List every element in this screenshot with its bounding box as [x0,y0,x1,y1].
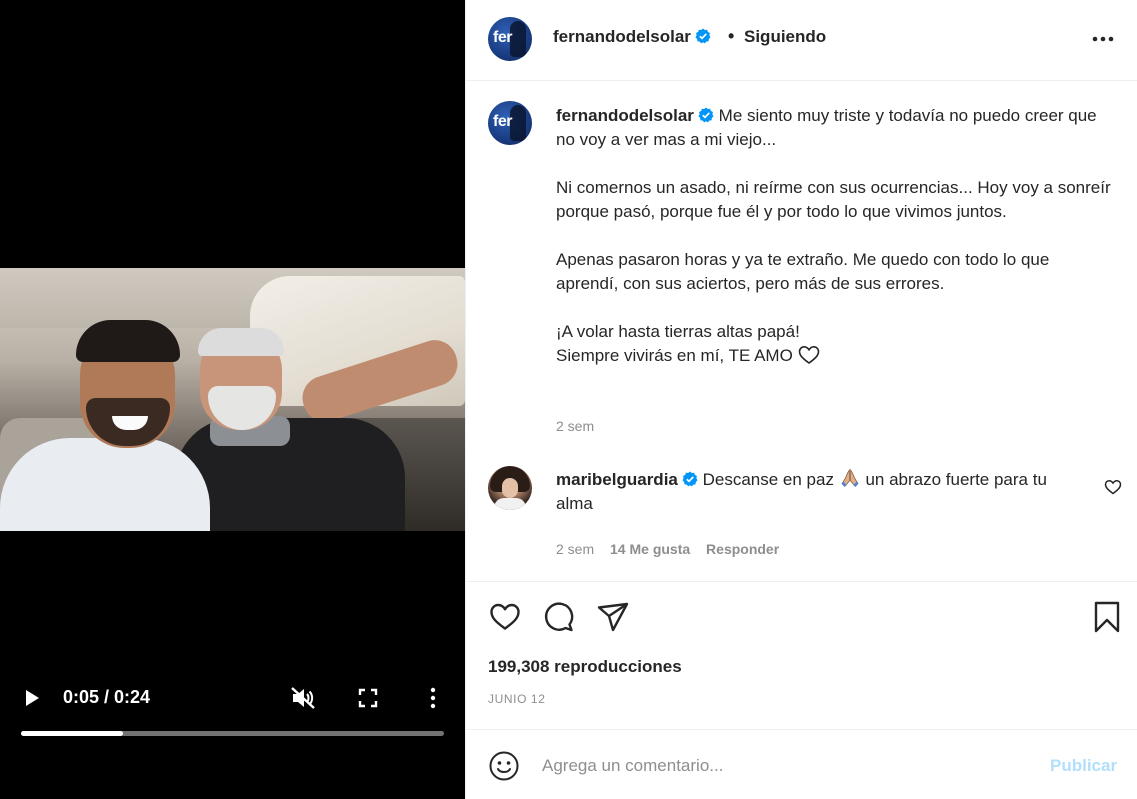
speech-bubble-icon[interactable] [542,600,576,634]
comment-input[interactable] [542,748,1022,784]
publish-button[interactable]: Publicar [1050,756,1117,776]
commenter-username[interactable]: maribelguardia [556,470,678,489]
verified-badge-icon [682,471,698,487]
comment-like-heart-icon[interactable] [1104,479,1122,495]
avatar-logo-text: fer [493,113,512,130]
white-heart-emoji-icon [798,345,819,364]
comment-text-start: Descanse en paz [702,470,834,489]
comment-meta: 2 sem 14 Me gusta Responder [556,541,791,557]
verified-badge-icon [695,28,711,44]
verified-badge-icon [698,107,714,123]
caption-paragraph: Apenas pasaron horas y ya te extraño. Me… [556,250,1050,293]
comment-text: maribelguardia Descanse en paz un abrazo… [556,468,1086,516]
video-player[interactable]: 0:05 / 0:24 [0,0,465,799]
reply-button[interactable]: Responder [706,541,779,557]
video-time: 0:05 / 0:24 [63,687,151,707]
header-separator: • [728,26,735,46]
caption-paragraph: ¡A volar hasta tierras altas papá! [556,322,800,341]
avatar-logo-text: fer [493,29,512,46]
avatar-figure [510,105,526,141]
caption-paragraph: Ni comernos un asado, ni reírme con sus … [556,178,1111,221]
author-avatar[interactable]: fer [488,17,532,61]
caption-author-avatar[interactable]: fer [488,101,532,145]
caption-paragraph: Siempre vivirás en mí, TE AMO [556,346,793,365]
author-username[interactable]: fernandodelsolar [553,27,691,46]
view-count[interactable]: 199,308 reproducciones [488,657,682,677]
play-icon[interactable] [22,688,42,708]
fullscreen-icon[interactable] [358,688,378,708]
video-scene-younger-man-body [0,438,210,531]
following-button[interactable]: Siguiendo [744,27,826,47]
post-header: fer fernandodelsolar • Siguiendo [466,0,1137,81]
muted-speaker-icon[interactable] [290,686,316,710]
video-frame[interactable] [0,268,465,531]
heart-icon[interactable] [488,600,522,634]
video-progress-bar[interactable] [21,731,444,736]
video-scene-older-man-hair [198,328,284,356]
horizontal-dots-icon[interactable] [1090,28,1116,50]
video-scene-younger-man-hair [76,320,180,362]
avatar-face [502,478,518,498]
smiley-icon[interactable] [488,750,520,782]
bookmark-icon[interactable] [1090,600,1124,634]
comment-timestamp[interactable]: 2 sem [556,541,594,557]
paper-plane-icon[interactable] [596,600,630,634]
caption-text: fernandodelsolar Me siento muy triste y … [556,104,1116,368]
praying-hands-emoji-icon [841,468,859,487]
avatar-figure [510,21,526,57]
author-username-link[interactable]: fernandodelsolar [553,27,711,47]
commenter-avatar[interactable] [488,466,532,510]
vertical-dots-icon[interactable] [426,686,440,710]
avatar-dress [494,498,526,510]
add-comment-bar: Publicar [466,729,1137,799]
comment-like-count[interactable]: 14 Me gusta [610,541,690,557]
instagram-post-modal: 0:05 / 0:24 fer fernandodelsolar • Sigui… [0,0,1137,799]
post-actions-bar [466,581,1137,651]
caption-username[interactable]: fernandodelsolar [556,106,694,125]
post-side-panel: fer fernandodelsolar • Siguiendo fer fer… [465,0,1137,799]
post-date[interactable]: JUNIO 12 [488,692,545,706]
caption-last-line: Siempre vivirás en mí, TE AMO [556,344,1116,368]
caption-timestamp[interactable]: 2 sem [556,418,594,434]
video-progress-fill [21,731,123,736]
